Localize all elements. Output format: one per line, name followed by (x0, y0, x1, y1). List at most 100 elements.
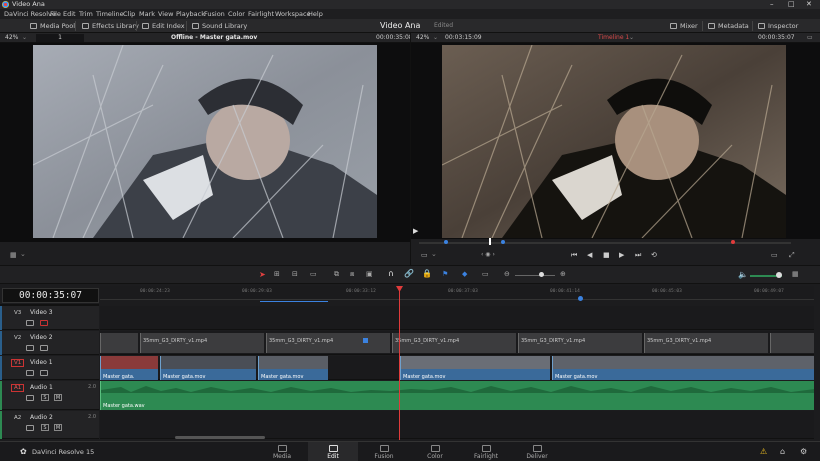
solo-button[interactable]: S (41, 394, 49, 401)
track-id[interactable]: A1 (11, 384, 25, 392)
crop-icon[interactable]: ▭ (421, 251, 428, 259)
timeline-viewer[interactable] (411, 43, 820, 239)
marker-blue[interactable] (444, 240, 448, 244)
effects-library-button[interactable]: Effects Library (80, 19, 139, 33)
chevron-down-icon[interactable]: ⌄ (433, 33, 438, 43)
lock-track-icon[interactable] (26, 320, 34, 326)
page-tab-fusion[interactable]: Fusion (359, 442, 409, 461)
jog-control-icon[interactable]: ‹ ◉ › (481, 251, 495, 258)
inspector-button[interactable]: Inspector (756, 19, 798, 33)
track-header-v3[interactable]: V3 Video 3 (0, 306, 99, 330)
flag-icon[interactable]: ⚑ (442, 270, 448, 278)
mute-button[interactable]: M (54, 394, 62, 401)
v1-clip[interactable]: Master gata.mov (160, 356, 256, 380)
timeline-name[interactable]: Timeline 1 (598, 33, 629, 43)
position-lock-icon[interactable]: 🔒 (422, 269, 432, 278)
overwrite-clip-icon[interactable]: ⧈ (350, 270, 354, 279)
menu-fusion[interactable]: Fusion (204, 9, 225, 19)
source-viewer[interactable] (0, 43, 410, 242)
lane-v1[interactable]: Master gata. Master gata.mov Master gata… (100, 356, 814, 380)
speaker-icon[interactable]: 🔈 (738, 270, 748, 279)
v1-clip[interactable]: Master gata.mov (400, 356, 550, 380)
audio-meter-icon[interactable]: ▦ (792, 270, 799, 278)
menu-trim[interactable]: Trim (79, 9, 93, 19)
marker-icon[interactable]: ◆ (462, 270, 467, 278)
track-header-v2[interactable]: V2 Video 2 (0, 331, 99, 355)
marker-red[interactable] (731, 240, 735, 244)
close-icon[interactable]: ✕ (806, 0, 812, 9)
chevron-down-icon[interactable]: ⌄ (20, 250, 26, 258)
menu-playback[interactable]: Playback (176, 9, 205, 19)
menu-timeline[interactable]: Timeline (96, 9, 124, 19)
replace-clip-icon[interactable]: ▣ (366, 270, 373, 278)
menu-file[interactable]: File (50, 9, 61, 19)
track-header-a1[interactable]: A1 Audio 1 2.0 S M (0, 381, 99, 410)
menu-help[interactable]: Help (308, 9, 323, 19)
snapping-icon[interactable]: ∩ (388, 269, 394, 278)
lock-track-icon[interactable] (26, 395, 34, 401)
home-icon[interactable]: ⌂ (780, 447, 785, 456)
minimize-icon[interactable]: – (770, 0, 774, 9)
viewer-options-icon[interactable]: ▭ (807, 33, 813, 43)
link-icon[interactable]: 🔗 (404, 269, 414, 278)
lock-track-icon[interactable] (26, 345, 34, 351)
scopes-icon[interactable]: ▦ (10, 251, 17, 259)
zoom-out-icon[interactable]: ⊖ (504, 270, 510, 278)
play-arrow-icon[interactable]: ▶ (413, 227, 418, 235)
timeline-playhead[interactable] (399, 286, 400, 440)
lock-track-icon[interactable] (26, 425, 34, 431)
v2-clip[interactable] (770, 333, 814, 353)
lane-a1[interactable]: Master gata.wav (100, 381, 814, 410)
clip-marker[interactable] (363, 338, 368, 343)
v1-clip[interactable]: Master gata.mov (552, 356, 814, 380)
track-id[interactable]: V1 (11, 359, 25, 367)
fullscreen-icon[interactable]: ⤢ (789, 251, 795, 260)
timeline-timecode[interactable]: 00:00:35:07 (2, 288, 99, 303)
v2-clip[interactable]: 35mm_G3_DIRTY_v1.mp4 (266, 333, 390, 353)
menu-view[interactable]: View (158, 9, 173, 19)
full-extent-zoom-icon[interactable]: ▭ (482, 270, 489, 278)
metadata-button[interactable]: Metadata (706, 19, 749, 33)
v2-clip[interactable]: 35mm_G3_DIRTY_v1.mp4 (518, 333, 642, 353)
v2-clip[interactable] (100, 333, 138, 353)
v2-clip[interactable]: 35mm_G3_DIRTY_v1.mp4 (392, 333, 516, 353)
skip-start-icon[interactable]: ⏮ (571, 251, 577, 260)
v2-clip[interactable]: 35mm_G3_DIRTY_v1.mp4 (140, 333, 264, 353)
lane-v3[interactable] (100, 306, 814, 330)
v2-clip[interactable]: 35mm_G3_DIRTY_v1.mp4 (644, 333, 768, 353)
a1-clip[interactable]: Master gata.wav (100, 381, 814, 410)
ruler-marker[interactable] (578, 296, 583, 301)
media-pool-button[interactable]: Media Pool (28, 19, 75, 33)
disable-video-icon[interactable] (40, 320, 48, 326)
menu-mark[interactable]: Mark (139, 9, 155, 19)
page-tab-color[interactable]: Color (410, 442, 460, 461)
skip-end-icon[interactable]: ⏭ (635, 251, 641, 260)
timeline-zoom[interactable]: 42% (416, 33, 429, 43)
enable-video-icon[interactable] (40, 370, 48, 376)
v1-clip[interactable]: Master gata. (100, 356, 158, 380)
menu-edit[interactable]: Edit (63, 9, 76, 19)
selection-tool-icon[interactable]: ➤ (259, 270, 266, 279)
menu-resolve[interactable]: DaVinci Resolve (4, 9, 56, 19)
dynamic-trim-icon[interactable]: ⊟ (292, 270, 298, 278)
marker-blue[interactable] (501, 240, 505, 244)
page-tab-deliver[interactable]: Deliver (512, 442, 562, 461)
warning-icon[interactable]: ⚠ (760, 447, 767, 456)
lane-v2[interactable]: 35mm_G3_DIRTY_v1.mp4 35mm_G3_DIRTY_v1.mp… (100, 331, 814, 355)
blade-tool-icon[interactable]: ▭ (310, 270, 317, 278)
menu-color[interactable]: Color (228, 9, 245, 19)
solo-button[interactable]: S (41, 424, 49, 431)
timeline-ruler[interactable]: 00:00:24:23 00:00:29:03 00:00:33:12 00:0… (100, 286, 814, 302)
viewer-mode-icon[interactable]: ▭ (771, 251, 778, 259)
stop-icon[interactable]: ■ (603, 251, 610, 259)
menu-clip[interactable]: Clip (123, 9, 135, 19)
sound-library-button[interactable]: Sound Library (190, 19, 247, 33)
page-tab-media[interactable]: Media (257, 442, 307, 461)
source-zoom[interactable]: 42% (5, 33, 18, 43)
page-tab-fairlight[interactable]: Fairlight (461, 442, 511, 461)
track-header-v1[interactable]: V1 Video 1 (0, 356, 99, 380)
timeline-scrollbar[interactable] (175, 436, 265, 439)
insert-clip-icon[interactable]: ⧉ (334, 270, 339, 279)
chevron-down-icon[interactable]: ⌄ (431, 250, 437, 258)
chevron-down-icon[interactable]: ⌄ (22, 33, 27, 43)
